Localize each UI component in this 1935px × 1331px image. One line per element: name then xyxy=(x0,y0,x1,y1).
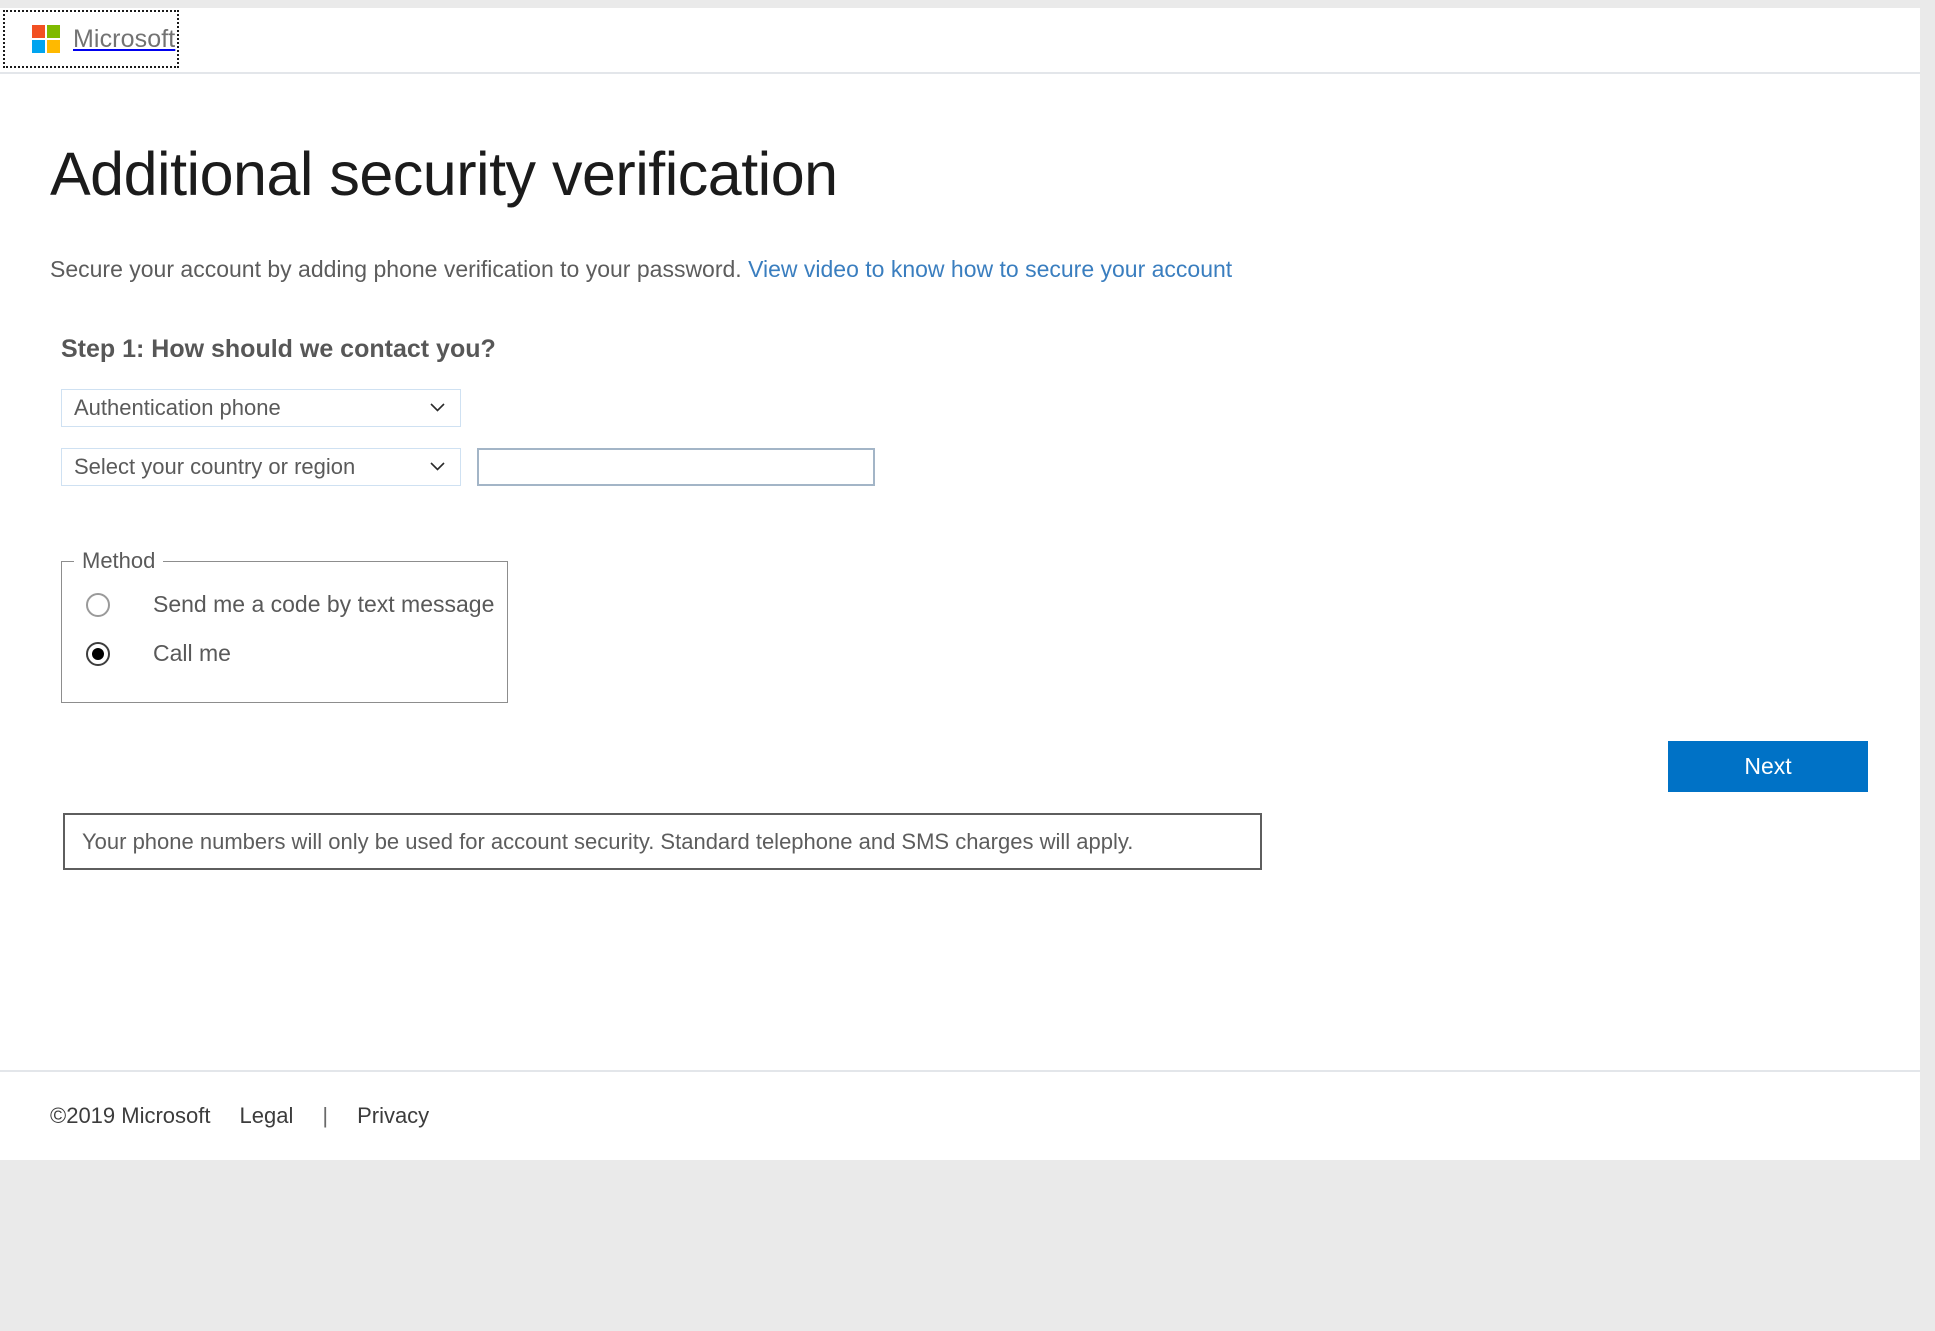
page-container: Microsoft Additional security verificati… xyxy=(0,8,1920,1160)
phone-number-input[interactable] xyxy=(477,448,875,487)
subtitle-text: Secure your account by adding phone veri… xyxy=(50,256,742,283)
logo-square-green xyxy=(47,25,60,38)
page-header: Microsoft xyxy=(0,8,1920,74)
action-row: Next xyxy=(61,703,1920,813)
logo-square-yellow xyxy=(47,40,60,53)
radio-label-call-me: Call me xyxy=(153,640,231,667)
country-selected-value: Select your country or region xyxy=(74,454,356,480)
microsoft-logo-icon xyxy=(32,25,60,53)
view-video-link[interactable]: View video to know how to secure your ac… xyxy=(748,256,1232,282)
step-heading: Step 1: How should we contact you? xyxy=(61,335,496,364)
radio-option-text-message[interactable]: Send me a code by text message xyxy=(62,580,507,629)
contact-method-row: Authentication phone xyxy=(61,389,1920,428)
country-region-dropdown[interactable]: Select your country or region xyxy=(61,448,461,487)
disclaimer-box: Your phone numbers will only be used for… xyxy=(63,813,1262,871)
page-title: Additional security verification xyxy=(50,140,838,208)
verification-form: Authentication phone Select your country… xyxy=(50,364,1920,871)
contact-method-dropdown[interactable]: Authentication phone xyxy=(61,389,461,428)
phone-entry-row: Select your country or region xyxy=(61,448,1920,487)
legal-link[interactable]: Legal xyxy=(240,1103,294,1129)
radio-option-call-me[interactable]: Call me xyxy=(62,629,507,678)
logo-square-blue xyxy=(32,40,45,53)
microsoft-brand-link[interactable]: Microsoft xyxy=(3,10,179,68)
privacy-link[interactable]: Privacy xyxy=(357,1103,429,1129)
disclaimer-text: Your phone numbers will only be used for… xyxy=(82,828,1134,854)
logo-square-red xyxy=(32,25,45,38)
brand-name-label: Microsoft xyxy=(73,24,176,53)
radio-icon-unselected[interactable] xyxy=(86,592,110,617)
chevron-down-icon xyxy=(429,458,446,475)
page-footer: ©2019 Microsoft Legal | Privacy xyxy=(0,1070,1920,1160)
method-legend: Method xyxy=(82,548,156,574)
copyright-label: ©2019 Microsoft xyxy=(50,1103,211,1128)
method-fieldset: Method Send me a code by text message Ca… xyxy=(61,548,508,704)
radio-label-text-message: Send me a code by text message xyxy=(153,591,495,618)
next-button[interactable]: Next xyxy=(1668,741,1868,793)
contact-method-selected-value: Authentication phone xyxy=(74,395,281,421)
subtitle-paragraph: Secure your account by adding phone veri… xyxy=(50,206,1920,285)
chevron-down-icon xyxy=(429,399,446,416)
footer-separator: | xyxy=(322,1103,329,1128)
radio-icon-selected[interactable] xyxy=(86,641,110,666)
